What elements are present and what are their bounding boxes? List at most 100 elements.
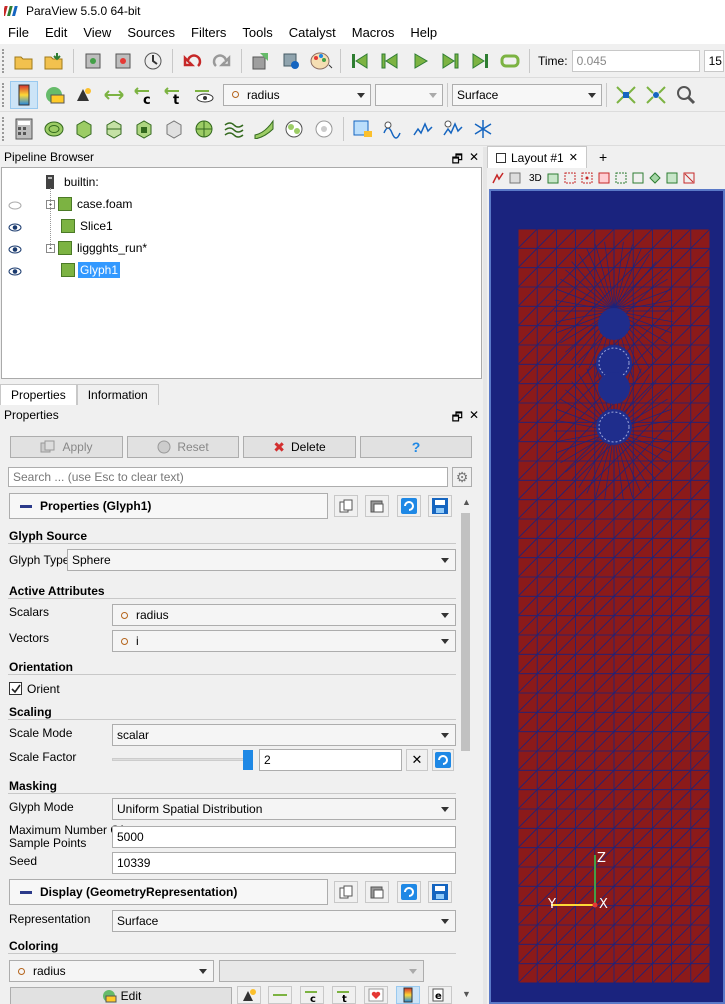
coloring-component-select[interactable] — [219, 960, 424, 982]
interactive-select-icon[interactable] — [631, 171, 645, 185]
display-representation-select[interactable]: Surface — [112, 910, 456, 932]
menu-sources[interactable]: Sources — [119, 22, 183, 44]
split-horizontal-icon[interactable] — [491, 171, 505, 185]
group-datasets-button[interactable] — [280, 115, 308, 143]
scale-factor-input[interactable]: 2 — [259, 749, 402, 771]
edit-color-map-button[interactable] — [40, 81, 68, 109]
menu-tools[interactable]: Tools — [234, 22, 280, 44]
clear-selection-icon[interactable] — [682, 171, 696, 185]
time-input[interactable]: 0.045 — [571, 49, 700, 72]
reset-range-small-button[interactable] — [237, 986, 261, 1004]
menu-filters[interactable]: Filters — [183, 22, 234, 44]
menu-view[interactable]: View — [75, 22, 119, 44]
palette-button[interactable] — [307, 47, 335, 75]
rescale-custom-c-button[interactable]: c — [130, 81, 158, 109]
tree-item-glyph1[interactable]: Glyph1 — [61, 260, 121, 280]
restore-defaults-button[interactable] — [397, 495, 421, 517]
delete-button[interactable]: ✖ Delete — [243, 436, 356, 458]
clip-button[interactable] — [70, 115, 98, 143]
rescale-c-small-button[interactable]: c — [300, 986, 324, 1004]
threshold-button[interactable] — [130, 115, 158, 143]
max-points-input[interactable]: 5000 — [112, 826, 456, 848]
scale-mode-select[interactable]: scalar — [112, 724, 456, 746]
zoom-data-button[interactable] — [672, 81, 700, 109]
plot-over-time-button[interactable] — [439, 115, 467, 143]
select-points-icon[interactable] — [580, 171, 594, 185]
tree-item-builtin[interactable]: builtin: — [44, 172, 101, 192]
display-save-defaults-button[interactable] — [428, 881, 452, 903]
scale-factor-multiply-button[interactable]: ✕ — [406, 749, 428, 771]
select-cells-icon[interactable] — [563, 171, 577, 185]
undo-button[interactable] — [178, 47, 206, 75]
apply-button[interactable]: Apply — [10, 436, 123, 458]
rescale-temporal-button[interactable]: t — [160, 81, 188, 109]
layout-tab[interactable]: Layout #1 ✕ — [487, 146, 587, 168]
next-frame-button[interactable] — [436, 47, 464, 75]
color-array-select[interactable]: radius — [223, 83, 371, 106]
close-icon[interactable]: ✕ — [569, 151, 578, 164]
play-button[interactable] — [406, 47, 434, 75]
close-icon[interactable]: ✕ — [469, 408, 479, 429]
rescale-t-small-button[interactable]: t — [332, 986, 356, 1004]
tab-properties[interactable]: Properties — [0, 384, 77, 405]
render-view[interactable]: Z Y X — [489, 189, 725, 1004]
eye-closed-icon[interactable] — [8, 201, 22, 210]
reset-range-button[interactable] — [70, 81, 98, 109]
toolbar-grip[interactable] — [2, 82, 6, 107]
display-group-toggle[interactable]: Display (GeometryRepresentation) — [9, 879, 328, 905]
paste-button[interactable] — [365, 495, 389, 517]
rescale-visible-button[interactable] — [190, 81, 218, 109]
toolbar-grip[interactable] — [2, 116, 6, 141]
slice-button[interactable] — [100, 115, 128, 143]
last-frame-button[interactable] — [466, 47, 494, 75]
scale-factor-reset-button[interactable] — [432, 749, 454, 771]
properties-scrollbar[interactable]: ▲ ▼ — [459, 493, 472, 1001]
tessellate-button[interactable] — [469, 115, 497, 143]
time-step-input[interactable]: 15 — [703, 49, 724, 72]
advanced-properties-button[interactable]: ⚙ — [452, 467, 472, 487]
menu-edit[interactable]: Edit — [37, 22, 75, 44]
redo-button[interactable] — [208, 47, 236, 75]
calculator-button[interactable] — [10, 115, 38, 143]
plot-over-line-button[interactable] — [349, 115, 377, 143]
extract-level-button[interactable] — [310, 115, 338, 143]
menu-macros[interactable]: Macros — [344, 22, 403, 44]
open-button[interactable] — [10, 47, 38, 75]
pick-center-button[interactable] — [277, 47, 305, 75]
loop-button[interactable] — [496, 47, 524, 75]
connect-button[interactable] — [79, 47, 107, 75]
add-layout-button[interactable]: + — [587, 146, 619, 168]
scale-factor-slider-handle[interactable] — [243, 750, 253, 770]
color-component-select[interactable] — [375, 83, 443, 106]
eye-icon[interactable] — [8, 245, 22, 254]
warp-vector-button[interactable] — [250, 115, 278, 143]
scroll-down-icon[interactable]: ▼ — [462, 989, 471, 999]
scalars-select[interactable]: radius — [112, 604, 456, 626]
select-frustum-icon[interactable] — [597, 171, 611, 185]
save-defaults-button[interactable] — [428, 495, 452, 517]
representation-select[interactable]: Surface — [452, 83, 602, 106]
grow-selection-icon[interactable] — [665, 171, 679, 185]
save-data-button[interactable] — [247, 47, 275, 75]
previous-frame-button[interactable] — [376, 47, 404, 75]
property-search-input[interactable]: Search ... (use Esc to clear text) — [8, 467, 448, 487]
zoom-closest-button[interactable] — [642, 81, 670, 109]
tab-information[interactable]: Information — [76, 384, 159, 405]
eye-icon[interactable] — [8, 267, 22, 276]
glyph-button[interactable] — [190, 115, 218, 143]
toggle-color-legend-button[interactable] — [10, 80, 38, 109]
display-restore-defaults-button[interactable] — [397, 881, 421, 903]
load-state-button[interactable] — [40, 47, 68, 75]
properties-group-toggle[interactable]: Properties (Glyph1) — [9, 493, 328, 519]
display-paste-button[interactable] — [365, 881, 389, 903]
orient-checkbox[interactable] — [9, 682, 22, 695]
display-copy-button[interactable] — [334, 881, 358, 903]
disconnect-button[interactable] — [109, 47, 137, 75]
hover-points-icon[interactable] — [648, 171, 662, 185]
contour-button[interactable] — [40, 115, 68, 143]
vectors-select[interactable]: i — [112, 630, 456, 652]
menu-help[interactable]: Help — [402, 22, 445, 44]
tree-item-slice1[interactable]: Slice1 — [61, 216, 115, 236]
seed-input[interactable]: 10339 — [112, 852, 456, 874]
coloring-array-select[interactable]: radius — [9, 960, 214, 982]
